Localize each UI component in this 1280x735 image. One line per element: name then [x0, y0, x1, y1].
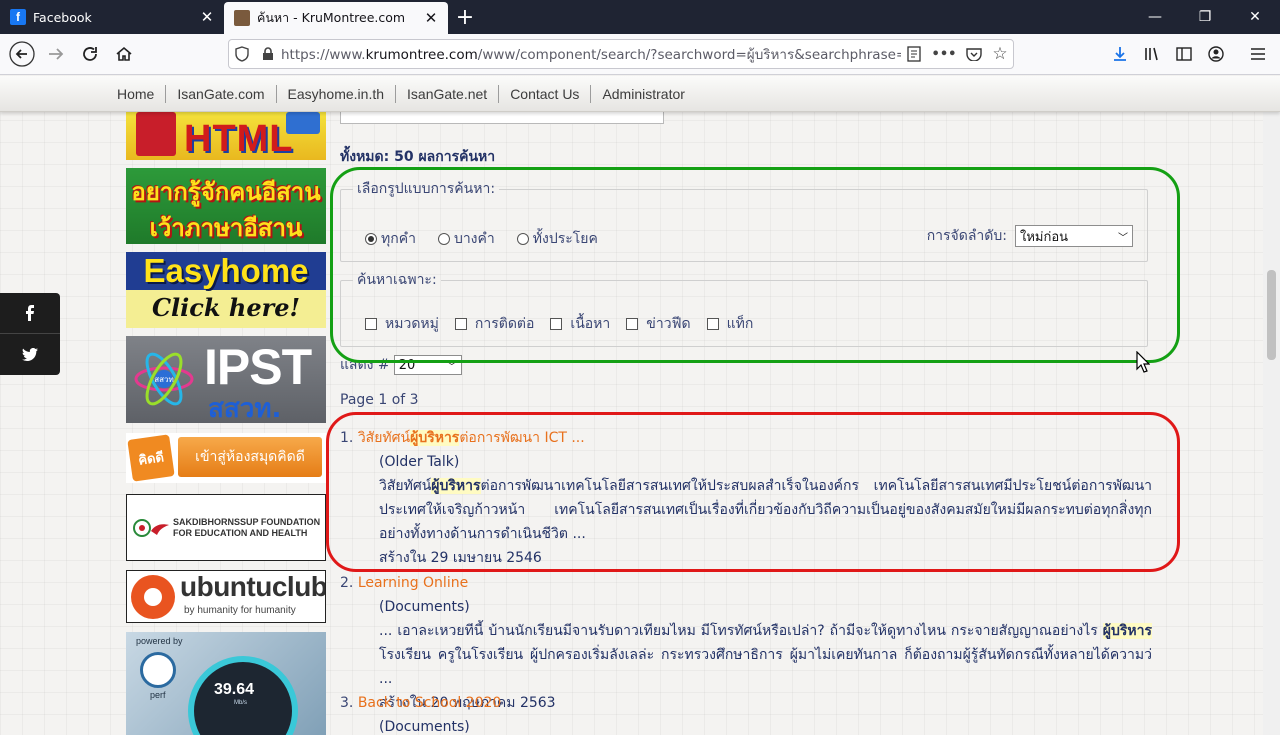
banner-html-text: HTML	[184, 118, 294, 160]
search-result: 3. Back to School 2020 (Documents)	[340, 691, 1152, 735]
lock-icon[interactable]	[255, 47, 281, 61]
facebook-share-icon[interactable]	[0, 293, 60, 334]
reload-icon	[83, 47, 97, 61]
scrollbar-thumb[interactable]	[1267, 270, 1276, 360]
banner-kiddee-library[interactable]: คิดดี เข้าสู่ห้องสมุดคิดดี	[126, 433, 326, 483]
banner-easyhome[interactable]: Easyhome Click here!	[126, 252, 326, 328]
downloads-icon[interactable]	[1104, 38, 1136, 70]
banner-ubuntuclub[interactable]: ubuntuclub by humanity for humanity	[126, 570, 326, 623]
account-icon[interactable]	[1200, 38, 1232, 70]
address-bar[interactable]: https://www.krumontree.com/www/component…	[228, 39, 1014, 69]
navigation-toolbar: https://www.krumontree.com/www/component…	[0, 34, 1280, 75]
page-counter: Page 1 of 3	[340, 392, 419, 408]
web-page: Home IsanGate.com Easyhome.in.th IsanGat…	[0, 76, 1280, 735]
new-tab-button[interactable]: +	[448, 0, 482, 34]
social-share-bar	[0, 293, 60, 375]
window-controls: — ❐ ✕	[1130, 0, 1280, 34]
search-total: ทั้งหมด: 50 ผลการค้นหา	[340, 149, 496, 165]
result-category: (Documents)	[379, 599, 470, 615]
close-tab-icon[interactable]: ✕	[198, 8, 216, 26]
back-button[interactable]	[6, 38, 38, 70]
sidebar-icon[interactable]	[1168, 38, 1200, 70]
banner-html[interactable]: HTML	[126, 112, 326, 160]
vertical-scrollbar[interactable]	[1263, 76, 1280, 735]
close-window-icon[interactable]: ✕	[1230, 0, 1280, 34]
forward-arrow-icon	[49, 48, 64, 60]
atom-logo-icon: สสวท	[134, 352, 194, 406]
banner-isan-language[interactable]: อยากรู้จักคนอีสาน เว้าภาษาอีสาน	[126, 168, 326, 244]
annotation-green-ring	[330, 167, 1180, 363]
reload-button[interactable]	[74, 38, 106, 70]
tab-title: ค้นหา - KruMontree.com	[257, 10, 406, 25]
toolbar-right	[1104, 38, 1274, 70]
nav-easyhome[interactable]: Easyhome.in.th	[277, 85, 397, 103]
restore-icon[interactable]: ❐	[1180, 0, 1230, 34]
pocket-icon[interactable]	[961, 47, 987, 61]
nav-isangate-net[interactable]: IsanGate.net	[396, 85, 500, 103]
tab-title: Facebook	[33, 9, 92, 25]
banner-ipst[interactable]: สสวท IPST สสวท.	[126, 336, 326, 423]
result-snippet: ... เอาละเหวยทีนี้ บ้านนักเรียนมีจานรับด…	[379, 623, 1152, 687]
forward-button[interactable]	[40, 38, 72, 70]
banner-sakdibhornssup[interactable]: SAKDIBHORNSSUP FOUNDATION FOR EDUCATION A…	[126, 494, 326, 561]
twitter-share-icon[interactable]	[0, 334, 60, 375]
annotation-red-ring	[326, 412, 1180, 572]
banner-speedtest[interactable]: powered by perf 39.64 Mb/s	[126, 632, 326, 735]
mouse-cursor-icon	[1136, 351, 1150, 373]
nav-administrator[interactable]: Administrator	[591, 85, 695, 103]
site-navigation: Home IsanGate.com Easyhome.in.th IsanGat…	[0, 76, 1280, 112]
back-arrow-icon	[9, 41, 35, 67]
result-title-link[interactable]: 2. Learning Online	[340, 571, 1152, 595]
tab-search[interactable]: ค้นหา - KruMontree.com ✕	[224, 2, 448, 34]
tab-facebook[interactable]: f Facebook ✕	[0, 0, 224, 34]
page-actions-icon[interactable]: •••	[927, 47, 961, 62]
minimize-icon[interactable]: —	[1130, 0, 1180, 34]
close-tab-icon[interactable]: ✕	[422, 9, 440, 27]
nav-contact-us[interactable]: Contact Us	[499, 85, 592, 103]
home-button[interactable]	[108, 38, 140, 70]
nav-home[interactable]: Home	[106, 85, 167, 103]
result-category: (Documents)	[379, 719, 470, 735]
library-icon[interactable]	[1136, 38, 1168, 70]
foundation-logo-icon	[133, 519, 169, 537]
bookmark-star-icon[interactable]: ☆	[987, 44, 1013, 64]
tab-strip: f Facebook ✕ ค้นหา - KruMontree.com ✕ + …	[0, 0, 1280, 34]
svg-text:สสวท: สสวท	[154, 375, 174, 384]
shield-icon[interactable]	[229, 46, 255, 62]
perf-logo-icon	[140, 652, 176, 688]
site-favicon-icon	[234, 10, 250, 26]
facebook-favicon-icon: f	[10, 9, 26, 25]
ubuntu-logo-icon	[131, 575, 175, 619]
nav-isangate-com[interactable]: IsanGate.com	[166, 85, 277, 103]
url-text: https://www.krumontree.com/www/component…	[281, 47, 901, 63]
reader-view-icon[interactable]	[901, 46, 927, 62]
menu-icon[interactable]	[1242, 38, 1274, 70]
result-title-link[interactable]: 3. Back to School 2020	[340, 691, 1152, 715]
home-icon	[116, 46, 132, 61]
